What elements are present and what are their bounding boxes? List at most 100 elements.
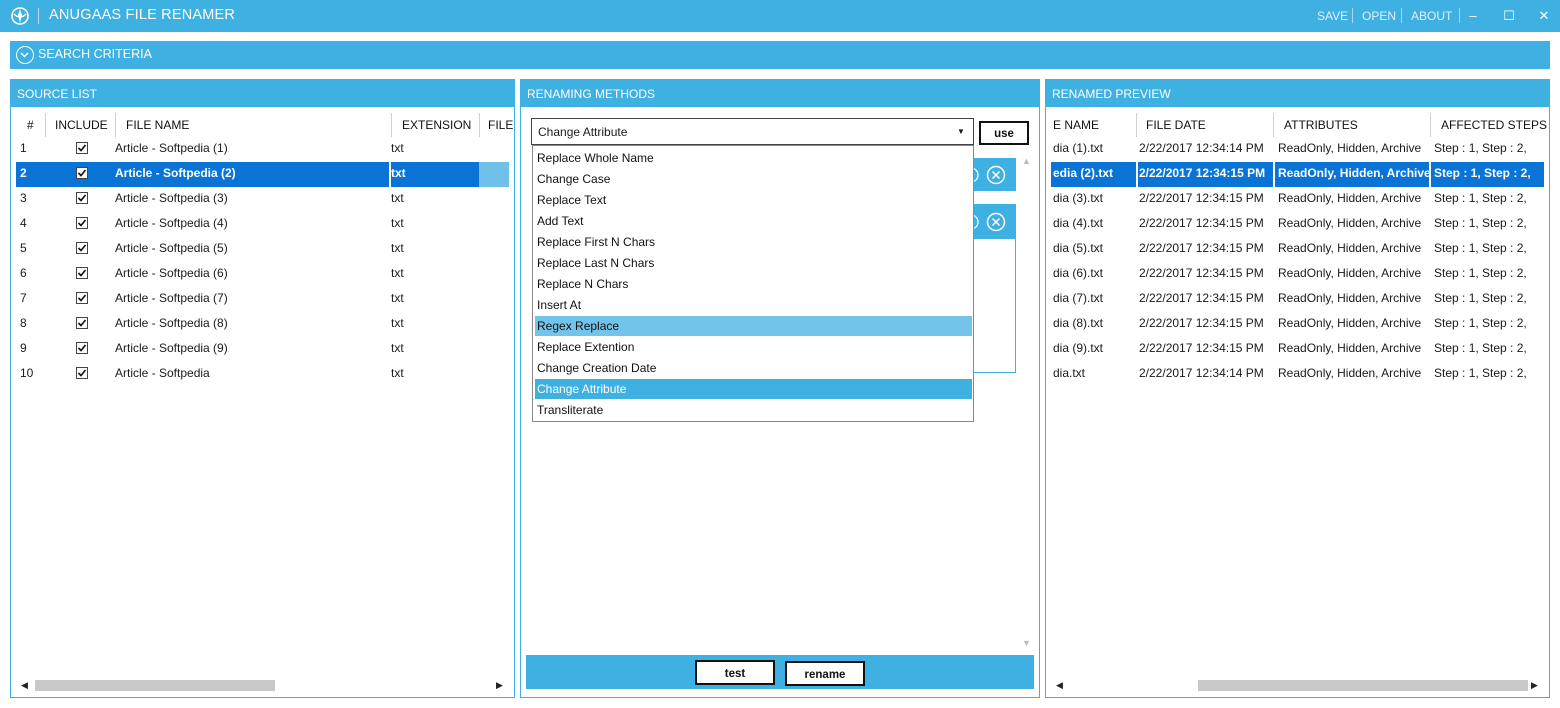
scroll-up-icon[interactable]: ▲: [1022, 156, 1031, 166]
extension-cell: txt: [391, 266, 404, 280]
save-menu-button[interactable]: SAVE: [1317, 9, 1348, 23]
column-header-file-name[interactable]: FILE NAME: [126, 115, 189, 137]
table-row[interactable]: 7 Article - Softpedia (7) txt: [16, 287, 509, 312]
horizontal-scrollbar-thumb[interactable]: [1198, 680, 1528, 691]
horizontal-scrollbar-thumb[interactable]: [35, 680, 275, 691]
column-header-affected-steps[interactable]: AFFECTED STEPS: [1441, 115, 1547, 137]
table-row[interactable]: dia (9).txt 2/22/2017 12:34:15 PM ReadOnly…: [1051, 337, 1544, 362]
renamed-preview-title: RENAMED PREVIEW: [1046, 80, 1549, 107]
search-criteria-bar[interactable]: SEARCH CRITERIA: [10, 41, 1550, 69]
table-row[interactable]: dia.txt 2/22/2017 12:34:14 PM ReadOnly, Hi…: [1051, 362, 1544, 387]
renaming-method-select[interactable]: Change Attribute ▼: [531, 118, 974, 145]
preview-list-rows: dia (1).txt 2/22/2017 12:34:14 PM ReadOnly…: [1046, 137, 1549, 397]
file-date-cell: 2/22/2017 12:34:15 PM: [1139, 241, 1264, 255]
column-header-extension[interactable]: EXTENSION: [402, 115, 471, 137]
file-name-cell: dia (7).txt: [1053, 291, 1104, 305]
file-name-cell: edia (2).txt: [1053, 166, 1114, 180]
table-row[interactable]: 6 Article - Softpedia (6) txt: [16, 262, 509, 287]
table-row[interactable]: dia (1).txt 2/22/2017 12:34:14 PM ReadOnly…: [1051, 137, 1544, 162]
column-divider: [479, 113, 480, 137]
row-number: 6: [20, 266, 27, 280]
dropdown-option[interactable]: Replace N Chars: [535, 274, 972, 294]
attributes-cell: ReadOnly, Hidden, Archive: [1278, 141, 1422, 155]
maximize-button[interactable]: ☐: [1499, 6, 1519, 26]
column-divider: [45, 113, 46, 137]
file-name-cell: Article - Softpedia (8): [115, 316, 228, 330]
file-name-cell: dia (8).txt: [1053, 316, 1104, 330]
include-checkbox[interactable]: [76, 267, 88, 279]
table-row[interactable]: 4 Article - Softpedia (4) txt: [16, 212, 509, 237]
table-row[interactable]: dia (7).txt 2/22/2017 12:34:15 PM ReadOnly…: [1051, 287, 1544, 312]
dropdown-option[interactable]: Regex Replace: [535, 316, 972, 336]
affected-steps-cell: Step : 1, Step : 2,: [1434, 166, 1531, 180]
affected-steps-cell: Step : 1, Step : 2,: [1434, 291, 1527, 305]
include-checkbox[interactable]: [76, 317, 88, 329]
minimize-button[interactable]: –: [1463, 6, 1483, 26]
dropdown-option[interactable]: Replace Last N Chars: [535, 253, 972, 273]
about-menu-button[interactable]: ABOUT: [1411, 9, 1452, 23]
include-checkbox[interactable]: [76, 142, 88, 154]
affected-steps-cell: Step : 1, Step : 2,: [1434, 316, 1527, 330]
include-checkbox[interactable]: [76, 367, 88, 379]
attributes-cell: ReadOnly, Hidden, Archive: [1278, 316, 1422, 330]
table-row[interactable]: 8 Article - Softpedia (8) txt: [16, 312, 509, 337]
table-row[interactable]: dia (4).txt 2/22/2017 12:34:15 PM ReadOnly…: [1051, 212, 1544, 237]
table-row[interactable]: dia (5).txt 2/22/2017 12:34:15 PM ReadOnly…: [1051, 237, 1544, 262]
table-row[interactable]: dia (8).txt 2/22/2017 12:34:15 PM ReadOnly…: [1051, 312, 1544, 337]
include-checkbox[interactable]: [76, 167, 88, 179]
file-date-cell: 2/22/2017 12:34:15 PM: [1139, 266, 1264, 280]
close-button[interactable]: ✕: [1534, 6, 1554, 26]
dropdown-option[interactable]: Change Creation Date: [535, 358, 972, 378]
dropdown-option[interactable]: Replace Text: [535, 190, 972, 210]
dropdown-option[interactable]: Replace Extention: [535, 337, 972, 357]
cell-divider: [1429, 162, 1431, 187]
include-checkbox[interactable]: [76, 292, 88, 304]
column-header-attributes[interactable]: ATTRIBUTES: [1284, 115, 1358, 137]
renaming-method-dropdown[interactable]: Replace Whole Name Change Case Replace Tex…: [532, 145, 974, 422]
dropdown-option[interactable]: Transliterate: [535, 400, 972, 420]
file-name-cell: Article - Softpedia (1): [115, 141, 228, 155]
open-menu-button[interactable]: OPEN: [1362, 9, 1396, 23]
scroll-down-icon[interactable]: ▼: [1022, 638, 1031, 648]
test-button[interactable]: test: [695, 660, 775, 685]
table-row[interactable]: 9 Article - Softpedia (9) txt: [16, 337, 509, 362]
scroll-left-icon[interactable]: ◀: [21, 680, 28, 691]
include-checkbox[interactable]: [76, 242, 88, 254]
scroll-right-icon[interactable]: ▶: [496, 680, 503, 691]
table-row[interactable]: dia (6).txt 2/22/2017 12:34:15 PM ReadOnly…: [1051, 262, 1544, 287]
use-button[interactable]: use: [979, 121, 1029, 145]
table-row[interactable]: edia (2).txt 2/22/2017 12:34:15 PM ReadOnl…: [1051, 162, 1544, 187]
source-list-rows: 1 Article - Softpedia (1) txt 2 Article - So…: [11, 137, 514, 397]
scroll-right-icon[interactable]: ▶: [1531, 680, 1538, 691]
column-header-include[interactable]: INCLUDE: [55, 115, 108, 137]
dropdown-option[interactable]: Replace First N Chars: [535, 232, 972, 252]
table-row[interactable]: 5 Article - Softpedia (5) txt: [16, 237, 509, 262]
column-header-file-name[interactable]: E NAME: [1053, 115, 1099, 137]
dropdown-option[interactable]: Add Text: [535, 211, 972, 231]
dropdown-option[interactable]: Change Attribute: [535, 379, 972, 399]
column-header-file[interactable]: FILE: [488, 115, 513, 137]
scroll-left-icon[interactable]: ◀: [1056, 680, 1063, 691]
table-row[interactable]: 3 Article - Softpedia (3) txt: [16, 187, 509, 212]
renaming-methods-title: RENAMING METHODS: [521, 80, 1039, 107]
include-checkbox[interactable]: [76, 342, 88, 354]
file-name-cell: Article - Softpedia (2): [115, 166, 236, 180]
dropdown-option[interactable]: Replace Whole Name: [535, 148, 972, 168]
chevron-down-icon[interactable]: [16, 46, 34, 64]
column-header-number[interactable]: #: [27, 115, 34, 137]
attributes-cell: ReadOnly, Hidden, Archive: [1278, 166, 1431, 180]
table-row[interactable]: 1 Article - Softpedia (1) txt: [16, 137, 509, 162]
dropdown-option[interactable]: Change Case: [535, 169, 972, 189]
include-checkbox[interactable]: [76, 192, 88, 204]
table-row[interactable]: 2 Article - Softpedia (2) txt: [16, 162, 479, 187]
dropdown-option[interactable]: Insert At: [535, 295, 972, 315]
table-row[interactable]: 10 Article - Softpedia txt: [16, 362, 509, 387]
table-row[interactable]: dia (3).txt 2/22/2017 12:34:15 PM ReadOnly…: [1051, 187, 1544, 212]
rename-button[interactable]: rename: [785, 661, 865, 686]
cell-divider: [1273, 162, 1275, 187]
include-checkbox[interactable]: [76, 217, 88, 229]
column-header-file-date[interactable]: FILE DATE: [1146, 115, 1206, 137]
dropdown-arrow-icon[interactable]: ▼: [957, 127, 965, 136]
file-name-cell: dia (3).txt: [1053, 191, 1104, 205]
affected-steps-cell: Step : 1, Step : 2,: [1434, 241, 1527, 255]
